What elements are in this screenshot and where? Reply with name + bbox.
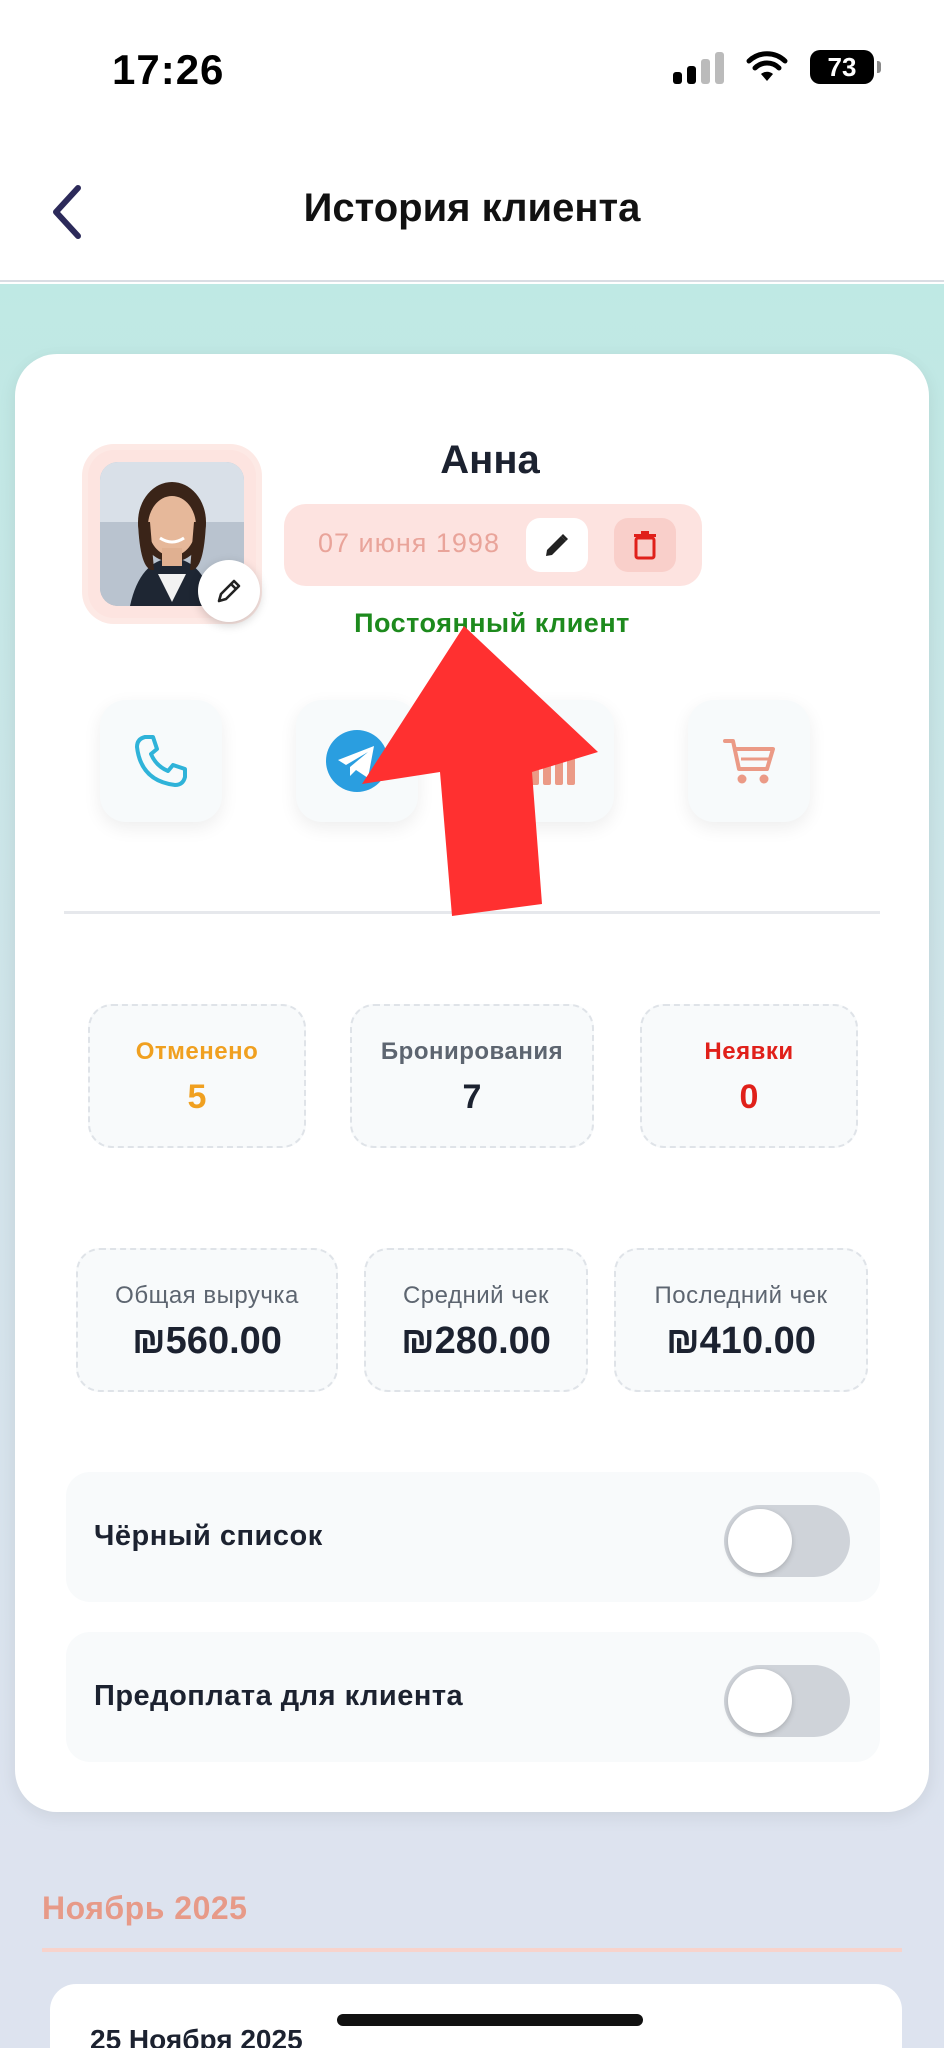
blacklist-label: Чёрный список	[94, 1520, 323, 1552]
cellular-signal-icon	[673, 50, 724, 84]
client-name: Анна	[440, 438, 540, 482]
trash-icon	[634, 531, 656, 560]
pencil-icon	[546, 534, 568, 556]
client-status-badge: Постоянный клиент	[354, 608, 630, 638]
section-divider	[64, 911, 880, 914]
stat-label: Общая выручка	[115, 1282, 299, 1309]
stat-value: ₪560.00	[132, 1320, 282, 1362]
phone-icon	[135, 735, 187, 787]
birth-date-text: 07 июня 1998	[318, 528, 500, 558]
stat-last-check: Последний чек ₪410.00	[614, 1248, 868, 1392]
visit-date: 25 Ноября 2025	[90, 2024, 303, 2048]
stat-no-shows[interactable]: Неявки 0	[640, 1004, 858, 1148]
wifi-icon	[746, 51, 788, 81]
home-indicator	[337, 2014, 643, 2026]
stat-bookings[interactable]: Бронирования 7	[350, 1004, 594, 1148]
edit-photo-button[interactable]	[198, 560, 260, 622]
stat-value: ₪280.00	[401, 1320, 551, 1362]
stat-label: Последний чек	[654, 1282, 828, 1309]
status-time: 17:26	[112, 46, 225, 93]
call-button[interactable]	[100, 700, 222, 822]
stat-cancelled[interactable]: Отменено 5	[88, 1004, 306, 1148]
page-title: История клиента	[303, 186, 641, 230]
stat-total-revenue: Общая выручка ₪560.00	[76, 1248, 338, 1392]
bar-chart-icon	[531, 739, 575, 785]
stat-value: 0	[739, 1078, 759, 1116]
edit-birth-date-button[interactable]	[526, 518, 588, 572]
battery-indicator: 73	[810, 50, 881, 84]
status-bar: 17:26 73	[0, 0, 944, 140]
pencil-icon	[217, 579, 241, 603]
delete-birth-date-button[interactable]	[614, 518, 676, 572]
telegram-icon	[326, 730, 388, 792]
prepayment-row: Предоплата для клиента	[66, 1632, 880, 1762]
stat-label: Бронирования	[380, 1038, 564, 1065]
history-month-title: Ноябрь 2025	[42, 1890, 248, 1926]
statistics-button[interactable]	[492, 700, 614, 822]
blacklist-toggle[interactable]	[724, 1505, 850, 1577]
stat-value: ₪410.00	[666, 1320, 816, 1362]
toggle-knob	[728, 1669, 792, 1733]
telegram-button[interactable]	[296, 700, 418, 822]
stat-label: Неявки	[704, 1038, 794, 1065]
cart-icon	[723, 739, 775, 784]
prepayment-label: Предоплата для клиента	[94, 1680, 464, 1712]
month-divider	[42, 1948, 902, 1952]
stat-value: 5	[187, 1078, 207, 1116]
birth-date-pill: 07 июня 1998	[284, 504, 702, 586]
toggle-knob	[728, 1509, 792, 1573]
prepayment-toggle[interactable]	[724, 1665, 850, 1737]
stat-label: Средний чек	[402, 1282, 550, 1309]
status-icons: 73	[673, 50, 881, 84]
stat-value: 7	[462, 1078, 482, 1116]
stat-average-check: Средний чек ₪280.00	[364, 1248, 588, 1392]
stat-label: Отменено	[135, 1038, 259, 1065]
cart-button[interactable]	[688, 700, 810, 822]
blacklist-row: Чёрный список	[66, 1472, 880, 1602]
nav-bar: История клиента	[0, 140, 944, 282]
